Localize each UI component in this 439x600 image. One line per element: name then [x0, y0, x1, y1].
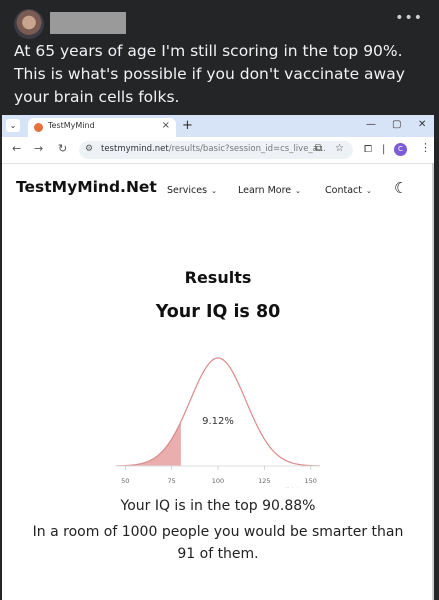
menu-icon[interactable]: ⋮ — [420, 141, 431, 154]
room-comparison-line-1: In a room of 1000 people you would be sm… — [32, 524, 404, 540]
address-bar: ← → ↻ ⚙ testmymind.net/results/basic?ses… — [2, 137, 434, 164]
url-host: testmymind.net — [101, 144, 169, 154]
x-tick-label: 100 — [212, 477, 224, 485]
url-path: /results/basic?session_id=cs_live_a... — [168, 144, 326, 154]
nav-learn-more[interactable]: Learn More ⌄ — [238, 185, 301, 196]
chevron-down-icon: ⌄ — [211, 187, 217, 195]
nav-label: Services — [167, 185, 208, 196]
reload-icon[interactable]: ↻ — [58, 142, 67, 155]
nav-label: Learn More — [238, 185, 292, 196]
nav-label: Contact — [325, 185, 362, 196]
percentile-text: Your IQ is in the top 90.88% — [120, 498, 316, 514]
close-tab-icon[interactable]: × — [162, 120, 170, 131]
close-icon[interactable]: ✕ — [418, 119, 426, 130]
x-tick-label: 75 — [167, 477, 175, 485]
browser-screenshot: ⌄ TestMyMind × + — ▢ ✕ ← → ↻ ⚙ testmymin… — [2, 115, 434, 600]
moon-icon[interactable]: ☾ — [394, 179, 407, 197]
url-text: testmymind.net/results/basic?session_id=… — [101, 144, 326, 154]
new-tab-icon[interactable]: + — [182, 118, 193, 133]
x-tick-label: 125 — [258, 477, 270, 485]
site-settings-icon[interactable]: ⚙ — [85, 144, 93, 154]
distribution-curve — [115, 357, 321, 467]
extensions-icon[interactable]: ⧠ — [364, 144, 372, 155]
cast-icon[interactable]: ⧉ — [315, 143, 322, 154]
star-icon[interactable]: ☆ — [335, 143, 344, 154]
browser-tab[interactable]: TestMyMind × — [28, 118, 176, 137]
tab-title: TestMyMind — [48, 121, 95, 130]
room-comparison-line-2: 91 of them. — [177, 546, 259, 562]
iq-score: Your IQ is 80 — [155, 302, 281, 322]
x-tick-label: 50 — [121, 477, 129, 485]
x-tick-label: 150 — [305, 477, 317, 485]
chevron-down-icon: ⌄ — [295, 187, 301, 195]
back-icon[interactable]: ← — [12, 142, 21, 155]
post-header: ••• — [0, 0, 439, 44]
minimize-icon[interactable]: — — [366, 119, 376, 130]
redacted-author-name[interactable] — [50, 12, 126, 34]
favicon-icon — [34, 123, 43, 132]
nav-contact[interactable]: Contact ⌄ — [325, 185, 372, 196]
shaded-area — [116, 421, 181, 466]
site-navbar: TestMyMind.Net Services ⌄ Learn More ⌄ Con… — [2, 163, 434, 213]
iq-distribution-chart: 50 75 100 125 150 9.12% Highcharts.com — [115, 357, 321, 488]
forward-icon[interactable]: → — [34, 142, 43, 155]
results-heading: Results — [184, 268, 252, 287]
nav-services[interactable]: Services ⌄ — [167, 185, 217, 196]
site-brand[interactable]: TestMyMind.Net — [16, 178, 157, 196]
chevron-down-icon: ⌄ — [365, 187, 372, 195]
profile-icon[interactable]: C — [394, 143, 407, 156]
divider: | — [382, 144, 386, 155]
maximize-icon[interactable]: ▢ — [392, 119, 401, 130]
post-text: At 65 years of age I'm still scoring in … — [14, 42, 405, 106]
shaded-percent-label: 9.12% — [202, 416, 234, 427]
more-horizontal-icon[interactable]: ••• — [395, 10, 423, 26]
avatar[interactable] — [14, 9, 44, 39]
chart-credit[interactable]: Highcharts.com — [285, 487, 320, 488]
page-scrollbar[interactable] — [432, 163, 434, 600]
chevron-down-icon[interactable]: ⌄ — [6, 119, 20, 132]
tab-bar: ⌄ TestMyMind × + — ▢ ✕ — [2, 115, 434, 137]
url-field[interactable]: ⚙ testmymind.net/results/basic?session_i… — [79, 141, 353, 159]
